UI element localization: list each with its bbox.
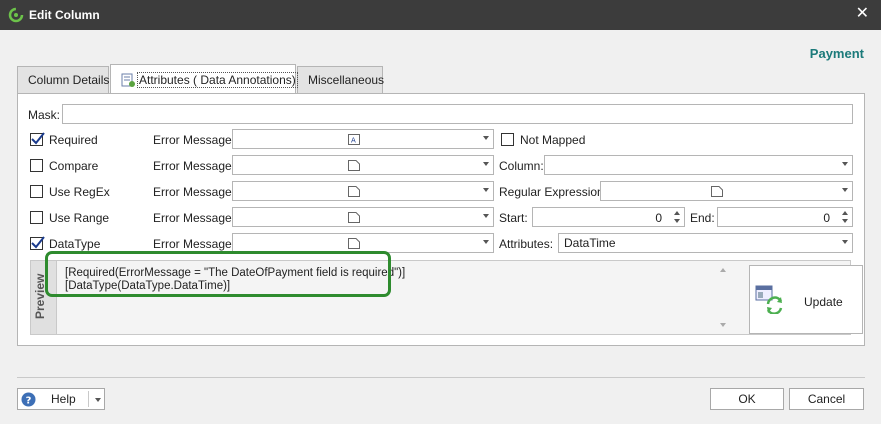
tab-miscellaneous[interactable]: Miscellaneous [297,66,385,93]
resource-text-icon: A [348,134,360,145]
entity-name: Payment [809,46,864,61]
required-checkbox[interactable] [30,132,45,146]
chevron-down-icon[interactable] [95,398,101,402]
footer-divider [17,377,865,378]
tab-column-details[interactable]: Column Details [17,66,109,93]
spin-arrows-icon [674,211,680,223]
range-label: Use Range [49,211,110,225]
start-label: Start: [499,211,528,225]
document-icon [348,212,360,223]
not-mapped-checkbox[interactable] [501,133,514,146]
document-icon [348,238,360,249]
tab-label: Miscellaneous [308,73,385,87]
compare-error-combo[interactable] [232,155,494,175]
range-error-label: Error Message: [153,211,236,225]
refresh-table-icon [755,285,783,314]
chevron-down-icon [842,188,848,192]
app-logo-icon [8,7,24,23]
compare-label: Compare [49,159,99,173]
end-label: End: [690,211,715,225]
not-mapped-label: Not Mapped [520,133,586,147]
chevron-down-icon [483,162,489,166]
preview-line: [Required(ErrorMessage = "The DateOfPaym… [65,267,406,279]
column-label: Column: [499,159,544,173]
ok-button[interactable]: OK [710,388,784,410]
regex-label: Use RegEx [49,185,110,199]
preview-tab-label: Preview [33,273,47,319]
help-button[interactable]: ? Help [17,388,105,410]
chevron-down-icon [483,240,489,244]
tab-label: Column Details [28,73,110,87]
required-error-combo[interactable]: A [232,129,494,149]
document-icon [348,160,360,171]
tab-attributes[interactable]: Attributes ( Data Annotations) [110,64,298,93]
range-checkbox[interactable] [30,211,43,224]
annotation-icon [121,73,135,87]
regular-expression-label: Regular Expression: [499,185,608,199]
update-button[interactable]: Update [749,265,863,334]
mask-label: Mask: [28,108,61,122]
spin-arrows-icon [842,211,848,223]
cancel-button[interactable]: Cancel [789,388,864,410]
help-icon: ? [21,392,36,407]
regex-error-label: Error Message: [153,185,236,199]
attributes-label: Attributes: [499,237,554,251]
split-divider [88,391,89,407]
datatype-label: DataType [49,237,101,251]
preview-group: Preview [Required(ErrorMessage = "The Da… [30,260,863,335]
preview-line: [DataType(DataType.DataTime)] [65,280,231,292]
start-spinner[interactable]: 0 [532,207,685,227]
scrollbar[interactable] [717,264,729,331]
chevron-down-icon [483,188,489,192]
checkmark-icon [31,236,45,249]
svg-text:A: A [351,137,356,145]
mask-input[interactable] [62,104,853,124]
datatype-checkbox[interactable] [30,236,45,250]
compare-checkbox[interactable] [30,159,43,172]
datatype-error-combo[interactable] [232,233,494,253]
preview-tab: Preview [31,261,57,334]
chevron-down-icon [842,162,848,166]
update-label: Update [804,295,843,309]
chevron-down-icon [483,214,489,218]
checkmark-icon [31,132,45,145]
window-title: Edit Column [29,8,100,22]
preview-code[interactable]: [Required(ErrorMessage = "The DateOfPaym… [61,265,728,330]
document-icon [711,186,723,197]
regular-expression-combo[interactable] [600,181,853,201]
required-error-label: Error Message: [153,133,236,147]
regex-error-combo[interactable] [232,181,494,201]
chevron-down-icon [842,240,848,244]
required-label: Required [49,133,98,147]
svg-text:?: ? [26,396,32,407]
help-label: Help [51,392,76,406]
tab-label: Attributes ( Data Annotations) [137,72,298,88]
datatype-error-label: Error Message: [153,237,236,251]
close-button[interactable]: ✕ [856,5,869,23]
document-icon [348,186,360,197]
attributes-panel: Mask: Required Error Message: A Not Mapp… [17,93,865,346]
column-combo[interactable] [544,155,853,175]
chevron-down-icon [483,136,489,140]
range-error-combo[interactable] [232,207,494,227]
compare-error-label: Error Message: [153,159,236,173]
attributes-combo[interactable]: DataTime [558,233,853,253]
regex-checkbox[interactable] [30,185,43,198]
end-spinner[interactable]: 0 [717,207,853,227]
title-bar: Edit Column ✕ [0,0,881,30]
